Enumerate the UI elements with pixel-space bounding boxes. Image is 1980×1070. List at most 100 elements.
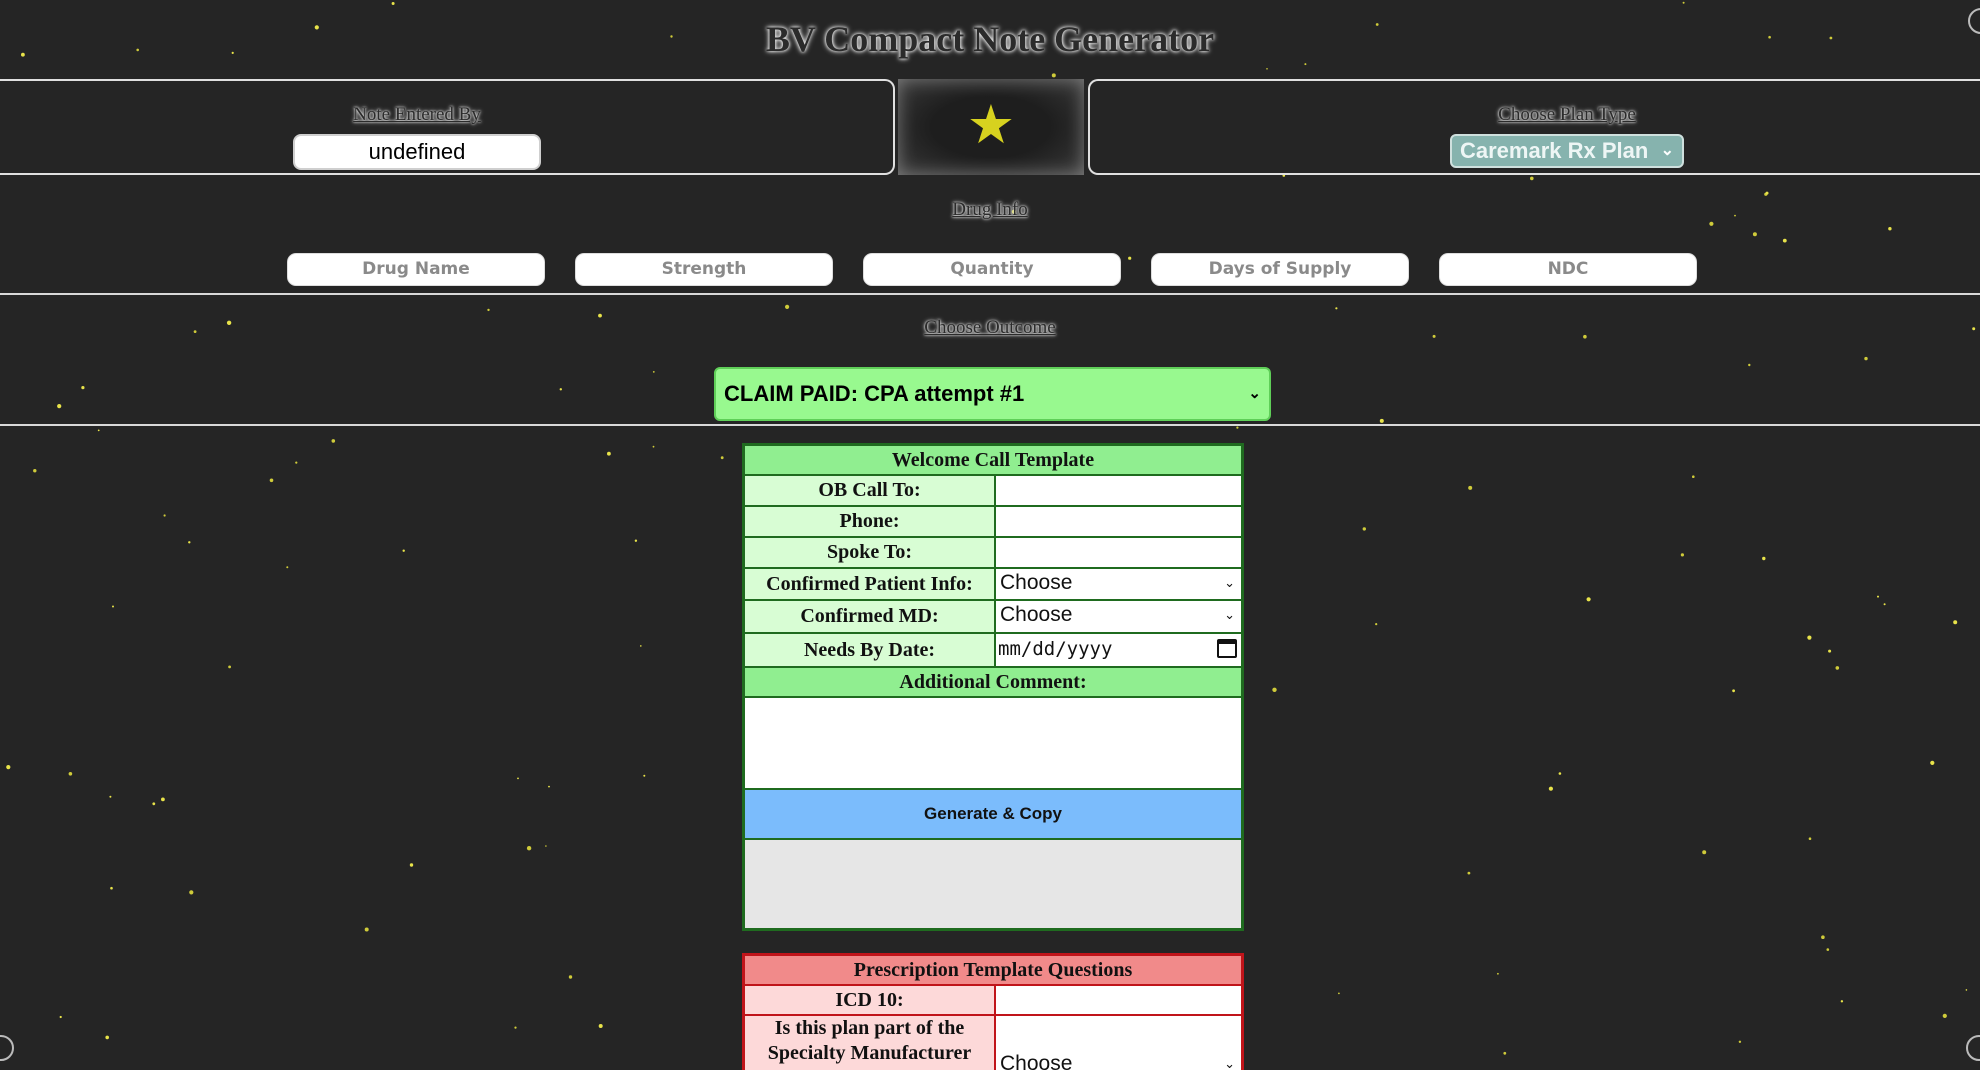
spoke-to-input[interactable] [996, 538, 1241, 567]
star-dot [109, 795, 112, 798]
star-dot [286, 566, 289, 569]
star-dot [1765, 191, 1769, 195]
star-dot [1558, 772, 1562, 775]
star-dot [409, 863, 414, 867]
spoke-to-label: Spoke To: [745, 538, 996, 567]
star-dot [1930, 760, 1935, 766]
drug-info-label: Drug Info [952, 199, 1028, 220]
quantity-input[interactable]: Quantity [863, 253, 1121, 286]
specialty-manufacturer-select[interactable]: Choose ⌄ [996, 1016, 1241, 1070]
phone-input[interactable] [996, 507, 1241, 536]
star-dot [568, 975, 573, 979]
star-dot [1497, 972, 1499, 975]
star-dot [189, 890, 194, 895]
scroll-left-icon[interactable] [0, 1035, 14, 1061]
star-dot [1965, 989, 1968, 991]
plan-type-label: Choose Plan Type [1498, 104, 1636, 125]
star-dot [1782, 238, 1787, 243]
star-dot [526, 846, 532, 851]
star-dot [517, 777, 519, 780]
confirmed-md-label: Confirmed MD: [745, 601, 996, 632]
icd10-input[interactable] [996, 986, 1241, 1014]
star-dot [6, 765, 11, 770]
star-dot [59, 1015, 62, 1019]
star-dot [1503, 1051, 1507, 1055]
star-dot [391, 2, 395, 5]
star-dot [402, 549, 405, 552]
welcome-template-title: Welcome Call Template [745, 446, 1241, 476]
note-entered-by-input[interactable]: undefined [293, 134, 541, 170]
star-dot [295, 461, 298, 464]
ob-call-to-input[interactable] [996, 476, 1241, 505]
star-dot [652, 371, 655, 373]
star-dot [269, 478, 274, 483]
star-dot [607, 451, 611, 456]
star-dot [1304, 63, 1307, 66]
star-dot [643, 774, 646, 777]
welcome-call-template: Welcome Call Template OB Call To: Phone:… [742, 443, 1244, 931]
star-dot [1764, 192, 1768, 196]
needs-by-date-input[interactable]: mm/dd/yyyy [996, 634, 1241, 666]
plan-type-select[interactable]: Caremark Rx Plan ⌄ [1450, 134, 1684, 168]
chevron-down-icon: ⌄ [1224, 575, 1235, 590]
choose-outcome-label: Choose Outcome [924, 317, 1056, 338]
star-dot [514, 1026, 517, 1029]
phone-label: Phone: [745, 507, 996, 536]
star-dot [1375, 623, 1378, 626]
generated-note-output[interactable] [745, 840, 1241, 928]
star-dot [1835, 666, 1840, 670]
star-dot [1548, 786, 1553, 791]
star-dot [1379, 418, 1384, 423]
star-dot [1807, 635, 1812, 640]
days-of-supply-input[interactable]: Days of Supply [1151, 253, 1409, 286]
star-dot [1864, 356, 1868, 361]
star-dot [1826, 948, 1830, 951]
outcome-select[interactable]: CLAIM PAID: CPA attempt #1 ⌄ [714, 367, 1271, 421]
star-dot [1762, 556, 1766, 561]
drug-name-input[interactable]: Drug Name [287, 253, 545, 286]
star-dot [1883, 603, 1886, 606]
star-dot [163, 514, 166, 517]
scroll-right-icon[interactable] [1966, 1035, 1980, 1061]
star-dot [1682, 1, 1685, 4]
star-dot [1840, 1000, 1844, 1003]
specialty-question-line-1: Is this plan part of the [774, 1017, 965, 1039]
generate-copy-button[interactable]: Generate & Copy [745, 790, 1241, 840]
needs-by-date-placeholder: mm/dd/yyyy [998, 638, 1113, 660]
calendar-icon[interactable] [1217, 639, 1237, 658]
star-dot [1877, 595, 1879, 598]
specialty-manufacturer-question: Is this plan part of the Specialty Manuf… [745, 1016, 996, 1070]
confirmed-patient-info-label: Confirmed Patient Info: [745, 569, 996, 599]
star-dot [1828, 649, 1832, 653]
star-dot [1888, 227, 1892, 231]
star-dot [331, 439, 336, 443]
star-dot [33, 469, 37, 473]
star-dot [1338, 992, 1340, 995]
chevron-down-icon: ⌄ [1224, 1056, 1235, 1070]
star-dot [1808, 837, 1812, 840]
star-dot [1821, 935, 1825, 939]
star-dot [640, 645, 642, 647]
confirmed-md-select[interactable]: Choose ⌄ [996, 601, 1241, 632]
ndc-input[interactable]: NDC [1439, 253, 1697, 286]
chevron-down-icon: ⌄ [1248, 385, 1261, 402]
chevron-down-icon: ⌄ [1660, 142, 1674, 159]
star-dot [152, 802, 156, 806]
strength-input[interactable]: Strength [575, 253, 833, 286]
star-dot [57, 404, 62, 409]
additional-comment-textarea[interactable] [745, 698, 1241, 790]
star-dot [1942, 1013, 1947, 1019]
star-dot [1732, 689, 1735, 693]
star-dot [1272, 687, 1277, 692]
specialty-question-line-2: Specialty Manufacturer [767, 1042, 972, 1064]
prescription-template-title: Prescription Template Questions [745, 956, 1241, 986]
star-dot [487, 308, 490, 312]
star-dot [1702, 850, 1707, 855]
star-dot [1335, 307, 1338, 310]
star-dot [1467, 871, 1471, 875]
star-dot [1128, 256, 1132, 260]
star-dot [1586, 597, 1591, 602]
confirmed-patient-info-select[interactable]: Choose ⌄ [996, 569, 1241, 599]
star-dot [548, 785, 550, 788]
star-dot [1748, 363, 1751, 367]
